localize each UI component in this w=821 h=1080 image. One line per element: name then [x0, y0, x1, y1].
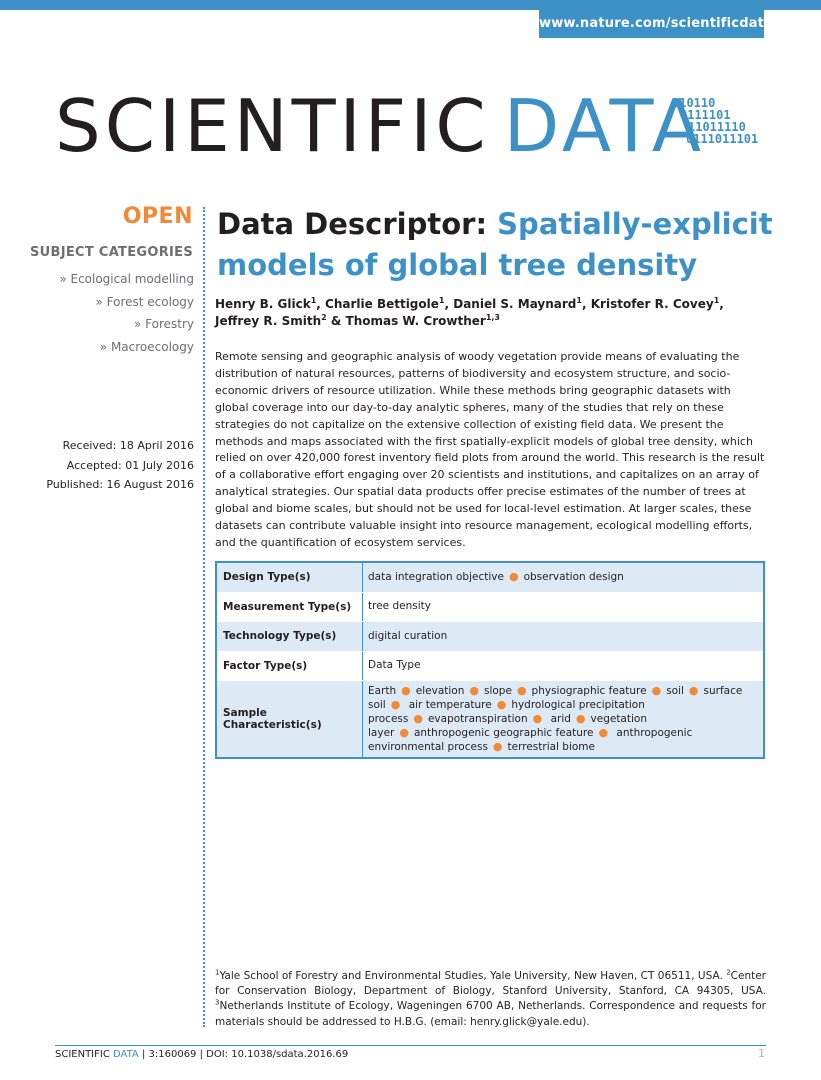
row-values: tree density: [362, 592, 764, 622]
published-date: Published: 16 August 2016: [46, 478, 194, 491]
footer-divider: [55, 1045, 766, 1046]
table-row: Sample Characteristic(s) Earth ● elevation…: [216, 680, 764, 758]
bullet-separator: ●: [496, 697, 507, 711]
author-affiliation-mark: 1: [310, 296, 317, 305]
value-item[interactable]: soil: [666, 685, 684, 697]
value-item[interactable]: air temperature: [409, 699, 492, 711]
author-name[interactable]: Henry B. Glick: [215, 297, 311, 311]
affiliations-footnote: 1Yale School of Forestry and Environment…: [215, 969, 766, 1030]
subject-link-macroecology[interactable]: » Macroecology: [59, 336, 194, 359]
page-number: 1: [758, 1047, 765, 1060]
author-affiliation-mark: 1: [713, 296, 720, 305]
author-name[interactable]: Charlie Bettigole: [325, 297, 439, 311]
subject-link-forest-ecology[interactable]: » Forest ecology: [59, 291, 194, 314]
subject-categories-list: » Ecological modelling » Forest ecology …: [59, 268, 194, 358]
author-name[interactable]: Thomas W. Crowther: [346, 314, 486, 328]
accepted-date: Accepted: 01 July 2016: [66, 458, 194, 472]
author-name[interactable]: Daniel S. Maynard: [453, 297, 576, 311]
value-item[interactable]: terrestrial biome: [508, 741, 595, 753]
logo-binary-graphic: 110110 0111101 11011110 0111011101: [668, 97, 768, 145]
affiliation-text: Yale School of Forestry and Environmenta…: [219, 970, 723, 982]
value-item[interactable]: data integration objective: [368, 571, 504, 583]
row-values: Data Type: [362, 651, 764, 681]
article-title: Data Descriptor: Spatially-explicit mode…: [217, 204, 777, 286]
value-item[interactable]: elevation: [416, 685, 465, 697]
row-key: Technology Type(s): [216, 621, 363, 652]
author-name[interactable]: Jeffrey R. Smith: [215, 314, 321, 328]
open-access-label: OPEN: [122, 204, 193, 229]
row-values: Earth ● elevation ● slope ● physiographic feat…: [362, 680, 764, 758]
value-item[interactable]: slope: [484, 685, 512, 697]
subject-categories-heading: SUBJECT CATEGORIES: [29, 245, 193, 260]
bullet-separator: ●: [469, 683, 479, 697]
subject-link-ecological-modelling[interactable]: » Ecological modelling: [59, 268, 194, 291]
metadata-table: Design Type(s) data integration objectiv…: [215, 561, 765, 759]
value-item[interactable]: digital curation: [368, 630, 447, 642]
bullet-separator: ●: [532, 711, 543, 725]
row-values: data integration objective ● observation d…: [362, 562, 764, 593]
row-key: Sample Characteristic(s): [216, 680, 363, 758]
bullet-separator: ●: [492, 739, 503, 753]
author-list: Henry B. Glick1, Charlie Bettigole1, Dan…: [215, 296, 724, 329]
row-key: Factor Type(s): [216, 651, 363, 681]
logo-scientific: SCIENTIFIC: [55, 84, 490, 168]
bullet-separator: ●: [399, 725, 409, 739]
author-affiliation-mark: 1: [438, 296, 445, 305]
abstract: Remote sensing and geographic analysis o…: [215, 350, 765, 549]
binary-line: 0111011101: [686, 132, 759, 146]
sidebar-divider: [203, 207, 205, 1027]
bullet-separator: ●: [598, 725, 609, 739]
bullet-separator: ●: [401, 683, 411, 697]
publication-dates: Received: 18 April 2016 Accepted: 01 Jul…: [46, 436, 194, 495]
author-name[interactable]: Kristofer R. Covey: [591, 297, 714, 311]
value-item[interactable]: observation design: [524, 571, 624, 583]
author-affiliation-mark: 2: [321, 313, 327, 322]
footer-journal-name: SCIENTIFIC: [55, 1049, 110, 1060]
value-item[interactable]: Data Type: [368, 659, 421, 671]
footer-citation: | 3:160069 | DOI: 10.1038/sdata.2016.69: [141, 1049, 349, 1060]
top-bar: [0, 0, 821, 10]
page-footer: SCIENTIFIC DATA | 3:160069 | DOI: 10.103…: [55, 1049, 348, 1060]
value-item[interactable]: tree density: [368, 600, 431, 612]
journal-url-link[interactable]: www.nature.com/scientificdata: [539, 10, 773, 38]
bullet-separator: ●: [575, 711, 586, 725]
bullet-separator: ●: [651, 683, 662, 697]
value-item[interactable]: evapotranspiration: [428, 713, 528, 725]
bullet-separator: ●: [516, 683, 527, 697]
row-values: digital curation: [362, 621, 764, 652]
value-item[interactable]: Earth: [368, 685, 396, 697]
journal-logo: SCIENTIFIC DATA: [55, 86, 705, 166]
footer-journal-name-accent: DATA: [113, 1049, 139, 1060]
article-type-label: Data Descriptor:: [217, 207, 488, 241]
author-affiliation-mark: 1,3: [485, 313, 500, 322]
row-key: Design Type(s): [216, 562, 363, 593]
affiliation-text: Netherlands Institute of Ecology, Wageni…: [215, 1000, 766, 1028]
value-item[interactable]: anthropogenic geographic feature: [414, 727, 594, 739]
bullet-separator: ●: [413, 711, 423, 725]
bullet-separator: ●: [390, 697, 401, 711]
bullet-separator: ●: [508, 570, 519, 584]
received-date: Received: 18 April 2016: [62, 439, 194, 452]
author-affiliation-mark: 1: [576, 296, 582, 305]
row-key: Measurement Type(s): [216, 592, 363, 622]
table-row: Factor Type(s) Data Type: [216, 651, 764, 681]
table-row: Measurement Type(s) tree density: [216, 592, 764, 622]
subject-link-forestry[interactable]: » Forestry: [59, 313, 194, 336]
bullet-separator: ●: [688, 683, 699, 697]
table-row: Technology Type(s) digital curation: [216, 621, 764, 652]
value-item[interactable]: physiographic feature: [532, 685, 647, 697]
table-row: Design Type(s) data integration objectiv…: [216, 562, 764, 593]
value-item[interactable]: arid: [551, 713, 571, 725]
